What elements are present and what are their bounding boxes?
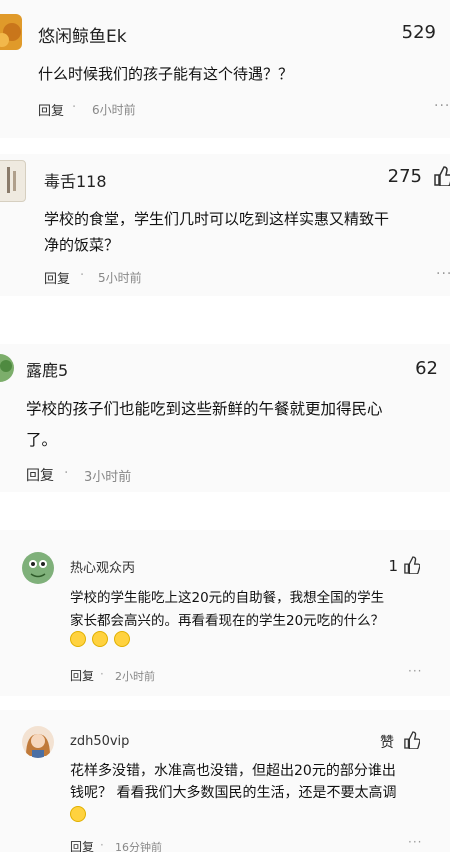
comment-text-line: 什么时候我们的孩子能有这个待遇？？: [38, 65, 294, 83]
grimace-emoji-icon: [70, 806, 86, 822]
comment-username[interactable]: 悠闲鲸鱼Ek: [38, 22, 127, 47]
comment-text-line: 学校的学生能吃上这20元的自助餐，我想全国的学生: [70, 590, 385, 606]
section-gap: [0, 138, 450, 154]
section-gap: [0, 296, 450, 344]
like-count[interactable]: 529: [402, 22, 436, 43]
thumbs-up-icon[interactable]: [434, 166, 450, 190]
separator-dot: ·: [64, 465, 69, 481]
comment-text-line: 了。: [26, 431, 58, 449]
comment-card: 热心观众丙 1 学校的学生能吃上这20元的自助餐，我想全国的学生 家长都会高兴的…: [0, 530, 450, 696]
comment-username[interactable]: 露鹿5: [26, 357, 68, 381]
orange-avatar-icon[interactable]: [0, 14, 22, 50]
comment-username[interactable]: zdh50vip: [70, 734, 129, 749]
frog-avatar-icon[interactable]: [22, 552, 54, 584]
thumbs-up-icon[interactable]: [404, 556, 421, 578]
comment-card: zdh50vip 赞 花样多没错，水准高也没错，但超出20元的部分谁出 钱呢？ …: [0, 710, 450, 852]
green-avatar-icon[interactable]: [0, 354, 14, 382]
more-options-icon[interactable]: ···: [408, 664, 422, 678]
comment-card: 悠闲鲸鱼Ek 529 什么时候我们的孩子能有这个待遇？？ 回复 · 6小时前 ·…: [0, 0, 450, 138]
comment-time: 16分钟前: [115, 841, 162, 852]
comment-text-line: 钱呢？ 看看我们大多数国民的生活，还是不要太高调: [70, 785, 397, 801]
separator-dot: ·: [100, 667, 104, 681]
comment-text-line: 学校的食堂，学生们几时可以吃到这样实惠又精致干: [44, 210, 390, 228]
more-options-icon[interactable]: ···: [434, 98, 450, 114]
girl-avatar-icon[interactable]: [22, 726, 54, 758]
reply-button[interactable]: 回复: [26, 465, 54, 485]
reply-button[interactable]: 回复: [38, 100, 64, 119]
comment-username[interactable]: 毒舌118: [44, 168, 107, 192]
comment-card: 露鹿5 62 学校的孩子们也能吃到这些新鲜的午餐就更加得民心 了。 回复 · 3…: [0, 344, 450, 492]
reply-button[interactable]: 回复: [70, 838, 94, 852]
thumbs-up-icon[interactable]: [404, 731, 421, 753]
crying-emoji-icon: [114, 631, 130, 647]
crying-emoji-icon: [92, 631, 108, 647]
comment-time: 2小时前: [115, 670, 155, 683]
comment-text-line: 花样多没错，水准高也没错，但超出20元的部分谁出: [70, 763, 396, 779]
more-options-icon[interactable]: ···: [408, 835, 422, 849]
reply-button[interactable]: 回复: [70, 667, 94, 684]
comment-text-line: 家长都会高兴的。再看看现在的学生20元吃的什么？: [70, 613, 385, 629]
crying-emoji-icon: [70, 631, 86, 647]
like-count[interactable]: 1: [388, 557, 398, 575]
comment-card: 毒舌118 275 学校的食堂，学生们几时可以吃到这样实惠又精致干 净的饭菜？ …: [0, 154, 450, 296]
like-text[interactable]: 赞: [380, 732, 394, 752]
like-count[interactable]: 62: [415, 358, 438, 379]
section-gap: [0, 696, 450, 710]
comment-text-line: 学校的孩子们也能吃到这些新鲜的午餐就更加得民心: [26, 400, 383, 418]
comment-time: 3小时前: [84, 470, 132, 485]
separator-dot: ·: [80, 268, 85, 283]
like-count[interactable]: 275: [388, 166, 422, 187]
reply-button[interactable]: 回复: [44, 268, 70, 287]
comment-text-line: 净的饭菜？: [44, 236, 120, 254]
book-cover-avatar-icon[interactable]: [0, 160, 26, 202]
more-options-icon[interactable]: ···: [436, 266, 450, 282]
separator-dot: ·: [100, 838, 104, 852]
comment-time: 6小时前: [92, 103, 136, 117]
comment-username[interactable]: 热心观众丙: [70, 557, 135, 576]
section-gap: [0, 492, 450, 530]
separator-dot: ·: [72, 100, 77, 115]
comment-time: 5小时前: [98, 271, 142, 285]
